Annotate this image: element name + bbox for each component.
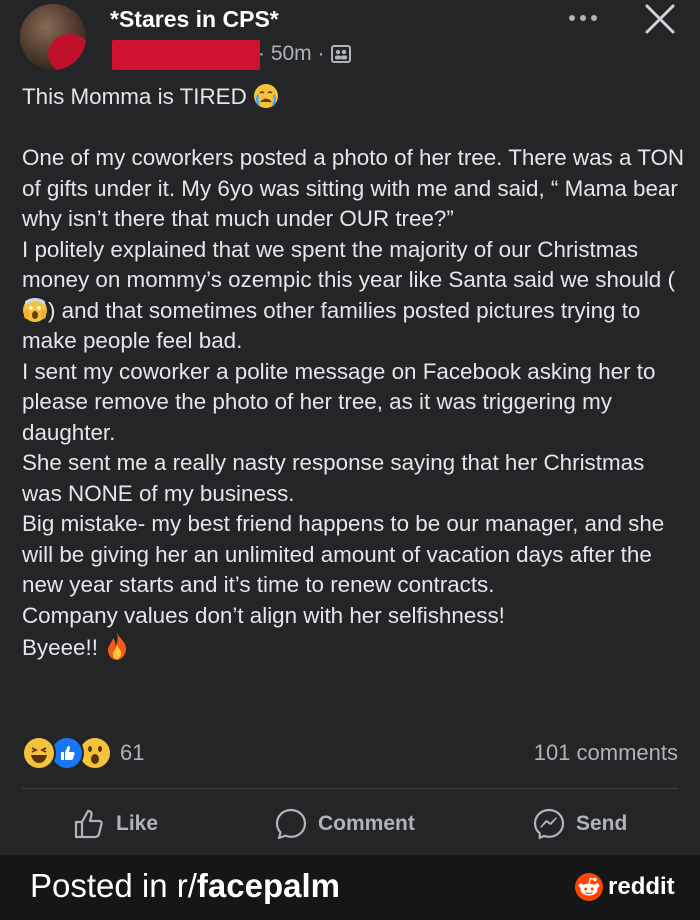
post-actions: Like Comment Send	[0, 800, 700, 848]
messenger-icon	[533, 808, 565, 840]
post-title-text: This Momma is TIRED	[22, 84, 247, 109]
post-meta: · 50m ·	[258, 42, 351, 66]
post-paragraph: I sent my coworker a polite message on F…	[22, 358, 656, 445]
post-paragraph: She sent me a really nasty response sayi…	[22, 450, 645, 506]
post-paragraph-last: Byeee!!	[22, 631, 687, 664]
reddit-logo: reddit	[574, 872, 675, 902]
posted-in-text: Posted in r/facepalm	[30, 867, 340, 905]
post-paragraph: Big mistake- my best friend happens to b…	[22, 511, 665, 597]
facebook-post: *Stares in CPS* · 50m · This Momma is TI…	[0, 0, 700, 855]
author-name-redacted	[112, 40, 260, 70]
reaction-summary[interactable]: 61	[22, 736, 144, 770]
like-label: Like	[116, 812, 159, 835]
post-title-line: This Momma is TIRED	[22, 82, 687, 113]
comments-count[interactable]: 101 comments	[534, 740, 678, 766]
group-name[interactable]: *Stares in CPS*	[110, 6, 279, 33]
post-text-fragment: Byeee!!	[22, 635, 98, 660]
subreddit-name[interactable]: facepalm	[197, 867, 340, 904]
divider	[22, 788, 678, 789]
haha-reaction-icon	[22, 736, 56, 770]
group-icon	[330, 45, 351, 63]
close-icon[interactable]	[643, 2, 677, 36]
post-paragraph: Company values don’t align with her self…	[22, 602, 505, 628]
post-time[interactable]: · 50m ·	[258, 42, 325, 66]
reddit-alien-icon	[575, 873, 603, 901]
comment-label: Comment	[318, 812, 415, 835]
more-dots-icon[interactable]	[566, 4, 600, 32]
post-text-fragment: I politely explained that we spent the m…	[22, 236, 675, 293]
fire-emoji	[108, 632, 127, 660]
post-text-fragment: ) and that sometimes other families post…	[22, 297, 641, 354]
avatar[interactable]	[20, 4, 86, 70]
post-body: This Momma is TIRED One of my coworkers …	[22, 82, 687, 664]
post-paragraph: I politely explained that we spent the m…	[22, 235, 687, 357]
like-button[interactable]: Like	[72, 800, 158, 848]
screaming-face-emoji	[23, 297, 47, 322]
reaction-count: 61	[120, 740, 145, 765]
comment-button[interactable]: Comment	[274, 800, 415, 848]
redaction-mark	[48, 34, 86, 70]
crying-face-emoji	[254, 84, 278, 108]
comment-bubble-icon	[275, 808, 307, 840]
reddit-wordmark: reddit	[608, 873, 675, 900]
thumbs-up-icon	[74, 809, 103, 839]
posted-in-prefix: Posted in r/	[30, 867, 197, 904]
send-label: Send	[576, 812, 628, 835]
post-paragraph: One of my coworkers posted a photo of he…	[22, 145, 685, 231]
send-button[interactable]: Send	[532, 800, 627, 848]
